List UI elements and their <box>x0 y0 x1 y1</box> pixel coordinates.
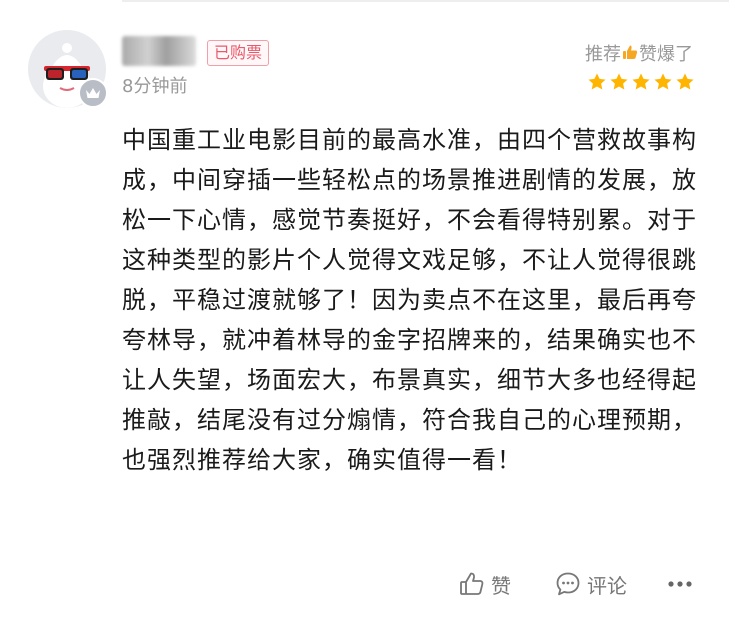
crown-icon <box>86 88 100 98</box>
rating-label: 推荐 赞爆了 <box>585 42 693 68</box>
thumbs-up-icon <box>460 572 484 595</box>
comment-button[interactable]: 评论 <box>555 570 627 599</box>
username-blurred[interactable] <box>122 36 196 66</box>
rating-suffix: 赞爆了 <box>639 44 693 65</box>
thumbs-up-mini-icon <box>622 42 638 68</box>
star-icon <box>610 73 628 90</box>
comment-label: 评论 <box>587 573 627 598</box>
star-icon <box>654 73 672 90</box>
comment-time: 8分钟前 <box>122 76 188 97</box>
review-body: 中国重工业电影目前的最高水准，由四个营救故事构成，中间穿插一些轻松点的场景推进剧… <box>122 126 697 474</box>
top-divider <box>122 0 729 2</box>
star-icon <box>588 73 606 90</box>
like-label: 赞 <box>491 573 511 598</box>
star-icon <box>632 73 650 90</box>
speech-bubble-icon <box>556 572 580 596</box>
star-rating <box>587 72 695 92</box>
action-bar: 赞 评论 <box>459 566 693 602</box>
rating-prefix: 推荐 <box>585 44 621 65</box>
more-dots-icon <box>668 581 692 587</box>
purchased-badge: 已购票 <box>207 40 270 66</box>
star-icon <box>676 73 694 90</box>
user-level-badge <box>78 78 108 108</box>
like-button[interactable]: 赞 <box>459 570 511 599</box>
more-button[interactable] <box>667 580 693 588</box>
